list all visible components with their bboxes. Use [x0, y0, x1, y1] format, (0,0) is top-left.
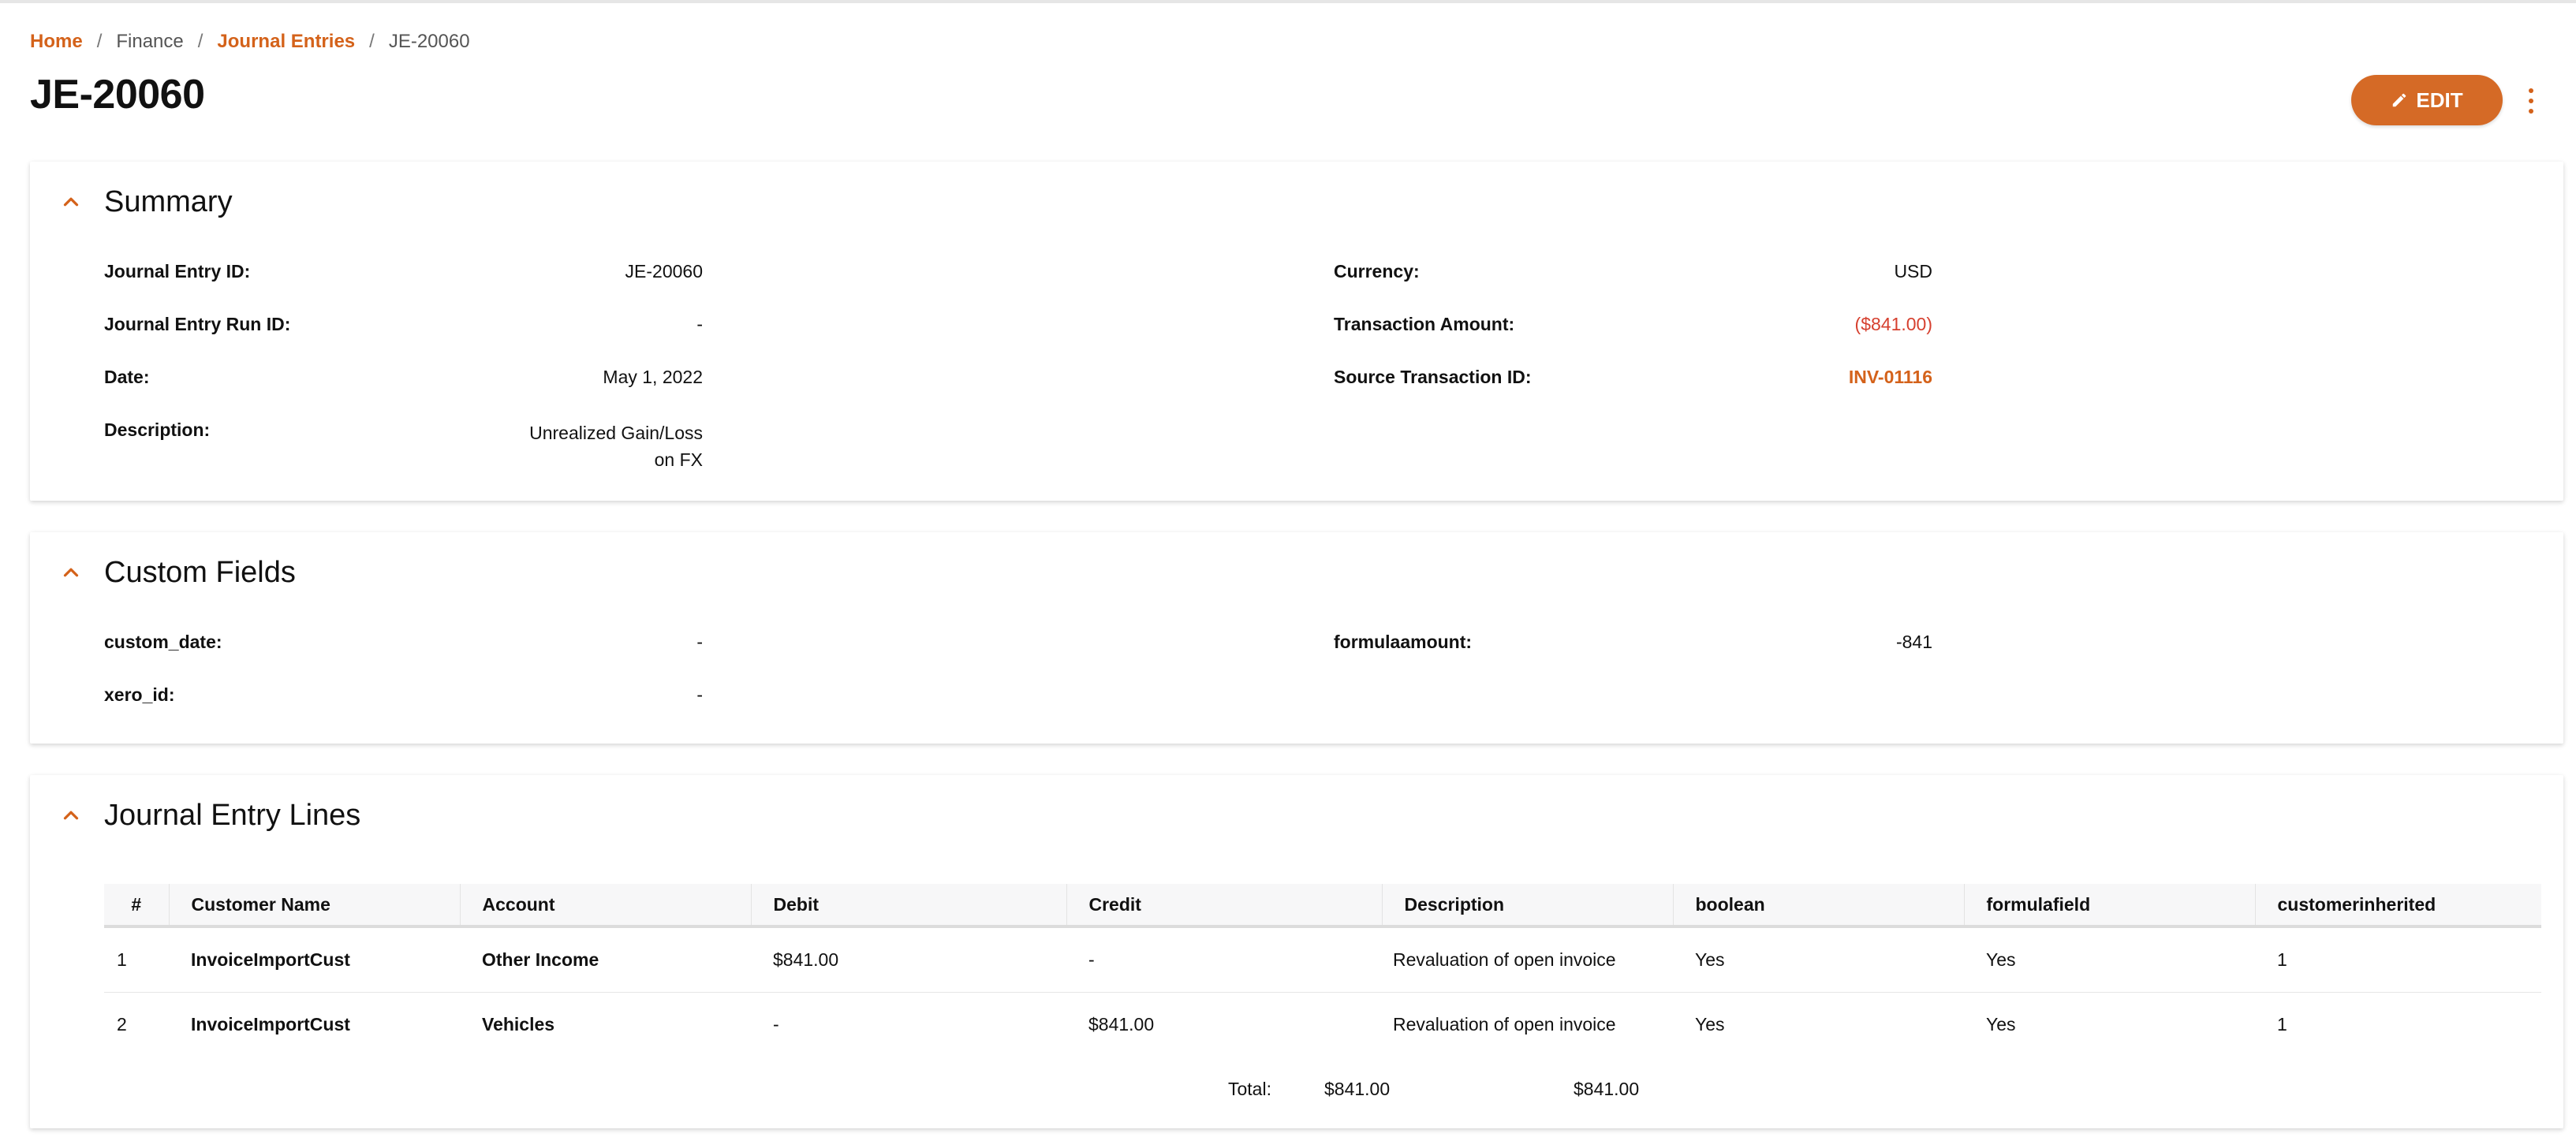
summary-card: Summary Journal Entry ID: JE-20060 Journ… — [30, 162, 2563, 501]
column-header[interactable]: boolean — [1672, 884, 1964, 928]
journal-entry-run-id-label: Journal Entry Run ID: — [104, 314, 291, 334]
date-value: May 1, 2022 — [603, 367, 703, 387]
description-value: Unrealized Gain/Loss on FX — [464, 419, 703, 473]
description-value-line: Unrealized Gain/Loss — [529, 423, 703, 443]
debit-cell: - — [773, 1014, 779, 1035]
column-header[interactable]: Description — [1381, 884, 1673, 928]
journal-entry-lines-header: Journal Entry Lines — [30, 775, 2563, 854]
chevron-up-icon[interactable] — [58, 803, 84, 828]
formulaamount-value: -841 — [1895, 632, 1932, 652]
description-cell: Revaluation of open invoice — [1382, 926, 1673, 993]
currency-value: USD — [1894, 261, 1932, 281]
edit-button-label: EDIT — [2416, 88, 2463, 112]
date-label: Date: — [104, 367, 150, 387]
customerinherited-cell: 1 — [2255, 926, 2541, 993]
top-border — [0, 0, 2576, 3]
breadcrumb-separator: / — [369, 31, 375, 52]
custom-fields-title: Custom Fields — [104, 556, 296, 589]
boolean-cell: Yes — [1673, 926, 1964, 993]
source-transaction-id-label: Source Transaction ID: — [1334, 367, 1532, 387]
custom-date-label: custom_date: — [104, 632, 222, 652]
description-value-line: on FX — [654, 449, 703, 470]
source-transaction-id-link[interactable]: INV-01116 — [1686, 367, 1932, 388]
journal-entry-lines-card: Journal Entry Lines # Customer Name Acco… — [30, 775, 2563, 1128]
description-cell: Revaluation of open invoice — [1393, 1014, 1616, 1035]
formulafield-cell: Yes — [1986, 1014, 2016, 1035]
xero-id-label: xero_id: — [104, 684, 175, 705]
credit-cell: - — [1066, 926, 1382, 993]
row-number: 1 — [104, 926, 169, 993]
summary-title: Summary — [104, 185, 233, 218]
customer-name-link[interactable]: InvoiceImportCust — [169, 992, 460, 1057]
debit-cell: $841.00 — [751, 926, 1066, 993]
column-header[interactable]: # — [104, 884, 169, 928]
row-number: 2 — [117, 1014, 127, 1035]
customerinherited-cell: 1 — [2277, 1014, 2287, 1035]
edit-button[interactable]: EDIT — [2351, 75, 2503, 125]
journal-entry-run-id-value: - — [696, 314, 703, 334]
column-header[interactable]: formulafield — [1963, 884, 2255, 928]
transaction-amount-label: Transaction Amount: — [1334, 314, 1515, 334]
table-header-row: # Customer Name Account Debit Credit Des… — [104, 884, 2541, 928]
more-vertical-icon[interactable] — [2521, 85, 2541, 117]
chevron-up-icon[interactable] — [58, 189, 84, 214]
total-credit: $841.00 — [1574, 1079, 1640, 1099]
transaction-amount-value: ($841.00) — [1854, 314, 1932, 334]
breadcrumb-home-link[interactable]: Home — [30, 31, 83, 53]
account-link[interactable]: Other Income — [460, 926, 751, 993]
column-header[interactable]: Debit — [750, 884, 1066, 928]
column-header[interactable]: Credit — [1066, 884, 1382, 928]
column-header[interactable]: Customer Name — [168, 884, 460, 928]
breadcrumb-separator: / — [96, 31, 103, 52]
credit-cell: $841.00 — [1088, 1014, 1155, 1035]
customer-name-link[interactable]: InvoiceImportCust — [169, 926, 460, 993]
table-row: 1 InvoiceImportCust Other Income $841.00… — [104, 926, 2541, 993]
breadcrumb-current: JE-20060 — [388, 31, 470, 52]
journal-entry-lines-table: # Customer Name Account Debit Credit Des… — [104, 884, 2541, 1057]
journal-entry-lines-title: Journal Entry Lines — [104, 799, 361, 832]
journal-entry-id-label: Journal Entry ID: — [104, 261, 251, 281]
formulafield-cell: Yes — [1964, 926, 2255, 993]
total-label: Total: — [1228, 1079, 1271, 1099]
xero-id-value: - — [696, 684, 703, 705]
chevron-up-icon[interactable] — [58, 560, 84, 585]
summary-header: Summary — [30, 162, 2563, 240]
currency-label: Currency: — [1334, 261, 1420, 281]
journal-entry-id-value: JE-20060 — [625, 261, 703, 281]
description-label: Description: — [104, 419, 211, 440]
page-title: JE-20060 — [30, 72, 205, 117]
breadcrumb-journal-entries-link[interactable]: Journal Entries — [217, 31, 355, 53]
custom-fields-header: Custom Fields — [30, 532, 2563, 611]
pencil-icon — [2393, 93, 2406, 107]
custom-fields-card: Custom Fields custom_date: - xero_id: - … — [30, 532, 2563, 744]
boolean-cell: Yes — [1695, 1014, 1725, 1035]
breadcrumb-finance: Finance — [116, 31, 184, 52]
breadcrumb: Home / Finance / Journal Entries / JE-20… — [30, 28, 470, 55]
total-debit: $841.00 — [1324, 1079, 1391, 1099]
column-header[interactable]: Account — [459, 884, 751, 928]
breadcrumb-separator: / — [197, 31, 203, 52]
custom-date-value: - — [696, 632, 703, 652]
account-link[interactable]: Vehicles — [460, 992, 751, 1057]
table-row: 2 InvoiceImportCust Vehicles - $841.00 R… — [104, 992, 2541, 1057]
column-header[interactable]: customerinherited — [2254, 884, 2541, 928]
formulaamount-label: formulaamount: — [1334, 632, 1473, 652]
